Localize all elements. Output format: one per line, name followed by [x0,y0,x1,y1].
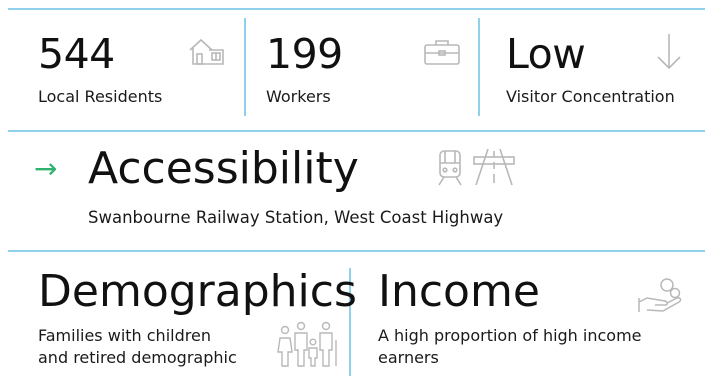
demographics-title: Demographics [38,266,357,317]
income-title: Income [378,266,540,317]
stat-value: 544 [38,30,115,78]
demographics-description-line-1: Families with children [38,326,211,345]
stat-value: 199 [266,30,343,78]
stats-divider-2 [478,18,480,116]
hand-coins-icon [638,278,682,312]
stat-label: Visitor Concentration [506,87,675,106]
arrow-down-icon [657,34,681,70]
stats-divider-1 [244,18,246,116]
briefcase-icon [424,40,460,65]
stats-bottom-divider [8,130,705,132]
demographics-description-line-2: and retired demographic [38,348,237,367]
accessibility-detail: Swanbourne Railway Station, West Coast H… [88,208,504,227]
income-description-line-2: earners [378,348,439,367]
family-icon [277,321,337,367]
arrow-right-icon: → [34,152,58,185]
train-icon [438,150,462,186]
stat-label: Local Residents [38,87,163,106]
highway-icon [473,148,515,186]
accessibility-title: Accessibility [88,143,359,194]
accessibility-bottom-divider [8,250,705,252]
house-icon [189,38,224,65]
income-description-line-1: A high proportion of high income [378,326,642,345]
top-divider [8,8,705,10]
stat-value: Low [506,30,586,78]
stat-label: Workers [266,87,331,106]
